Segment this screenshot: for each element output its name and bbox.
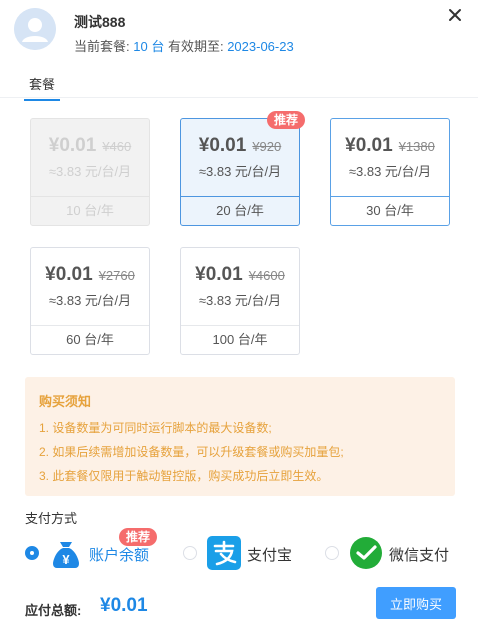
alipay-label: 支付宝 (247, 547, 293, 564)
avatar (14, 8, 56, 50)
package-original-price: ¥460 (102, 139, 132, 154)
payment-option-balance[interactable]: ¥ 账户余额 推荐 (25, 528, 165, 570)
package-price-area: ¥0.01 ¥920 ≈3.83 元/台/月 (181, 119, 299, 197)
tab-divider (0, 97, 478, 98)
payment-option-wechat[interactable]: 微信支付 (325, 536, 460, 570)
package-price: ¥0.01 (198, 135, 247, 156)
close-button[interactable] (448, 8, 464, 24)
package-original-price: ¥1380 (398, 139, 435, 154)
package-unit-price: ≈3.83 元/台/月 (198, 164, 282, 179)
balance-radio[interactable] (25, 546, 39, 560)
username: 测试888 (74, 14, 126, 30)
wechat-pay-icon (349, 536, 383, 570)
wechat-pay-label: 微信支付 (389, 547, 450, 564)
package-price: ¥0.01 (45, 264, 93, 285)
balance-label: 账户余额 (89, 547, 150, 564)
notice-title: 购买须知 (39, 394, 92, 409)
package-card-30[interactable]: ¥0.01 ¥1380 ≈3.83 元/台/月 30 台/年 (330, 118, 450, 226)
package-unit-price: ≈3.83 元/台/月 (48, 293, 132, 308)
package-unit-price: ≈3.83 元/台/月 (198, 293, 282, 308)
close-icon[interactable] (448, 8, 462, 22)
package-unit-price: ≈3.83 元/台/月 (348, 164, 432, 179)
package-card-10[interactable]: ¥0.01 ¥460 ≈3.83 元/台/月 10 台/年 (30, 118, 150, 226)
notice-item: 1. 设备数量为可同时运行脚本的最大设备数; (39, 421, 272, 435)
notice-item: 3. 此套餐仅限用于触动智控版，购买成功后立即生效。 (39, 469, 329, 483)
recommend-badge: 推荐 (266, 111, 305, 129)
expiry-label: 有效期至: (167, 39, 224, 54)
total-label: 应付总额: (25, 603, 82, 618)
package-price: ¥0.01 (345, 135, 393, 156)
wallet-icon: ¥ (49, 536, 83, 570)
purchase-notice: 购买须知 1. 设备数量为可同时运行脚本的最大设备数; 2. 如果后续需增加设备… (25, 377, 455, 496)
payment-method-label: 支付方式 (25, 511, 78, 526)
plan-devices: 10 台 (133, 39, 165, 54)
current-plan-info: 当前套餐: 10 台 有效期至: 2023-06-23 (74, 36, 294, 55)
package-device-count: 30 台/年 (366, 203, 414, 218)
wechat-radio[interactable] (325, 546, 339, 560)
package-device-count: 60 台/年 (66, 332, 114, 347)
buy-now-button[interactable]: 立即购买 (376, 587, 456, 619)
package-card-20[interactable]: 推荐 ¥0.01 ¥920 ≈3.83 元/台/月 20 台/年 (180, 111, 305, 226)
package-device-count: 20 台/年 (216, 203, 264, 218)
package-card-60[interactable]: ¥0.01 ¥2760 ≈3.83 元/台/月 60 台/年 (30, 247, 150, 355)
package-price-area: ¥0.01 ¥1380 ≈3.83 元/台/月 (331, 119, 449, 197)
package-device-count: 10 台/年 (66, 203, 114, 218)
package-price: ¥0.01 (48, 135, 97, 156)
package-price: ¥0.01 (195, 264, 243, 285)
svg-text:¥: ¥ (62, 552, 70, 567)
total-amount: ¥0.01 (100, 595, 148, 616)
package-price-area: ¥0.01 ¥460 ≈3.83 元/台/月 (31, 119, 149, 197)
payment-option-alipay[interactable]: 支付宝 (183, 536, 303, 570)
expiry-date: 2023-06-23 (227, 39, 294, 54)
plan-label: 当前套餐: (74, 39, 130, 54)
package-card-100[interactable]: ¥0.01 ¥4600 ≈3.83 元/台/月 100 台/年 (180, 247, 300, 355)
recommend-badge: 推荐 (119, 528, 158, 546)
user-header: 测试888 当前套餐: 10 台 有效期至: 2023-06-23 (14, 8, 464, 56)
package-original-price: ¥920 (252, 139, 282, 154)
alipay-radio[interactable] (183, 546, 197, 560)
package-device-count: 100 台/年 (212, 332, 268, 347)
user-avatar-icon (14, 8, 56, 50)
alipay-icon (207, 536, 241, 570)
package-unit-price: ≈3.83 元/台/月 (48, 164, 132, 179)
package-original-price: ¥2760 (98, 268, 135, 283)
package-original-price: ¥4600 (248, 268, 285, 283)
notice-item: 2. 如果后续需增加设备数量，可以升级套餐或购买加量包; (39, 445, 344, 459)
package-price-area: ¥0.01 ¥2760 ≈3.83 元/台/月 (31, 248, 149, 326)
package-price-area: ¥0.01 ¥4600 ≈3.83 元/台/月 (181, 248, 299, 326)
